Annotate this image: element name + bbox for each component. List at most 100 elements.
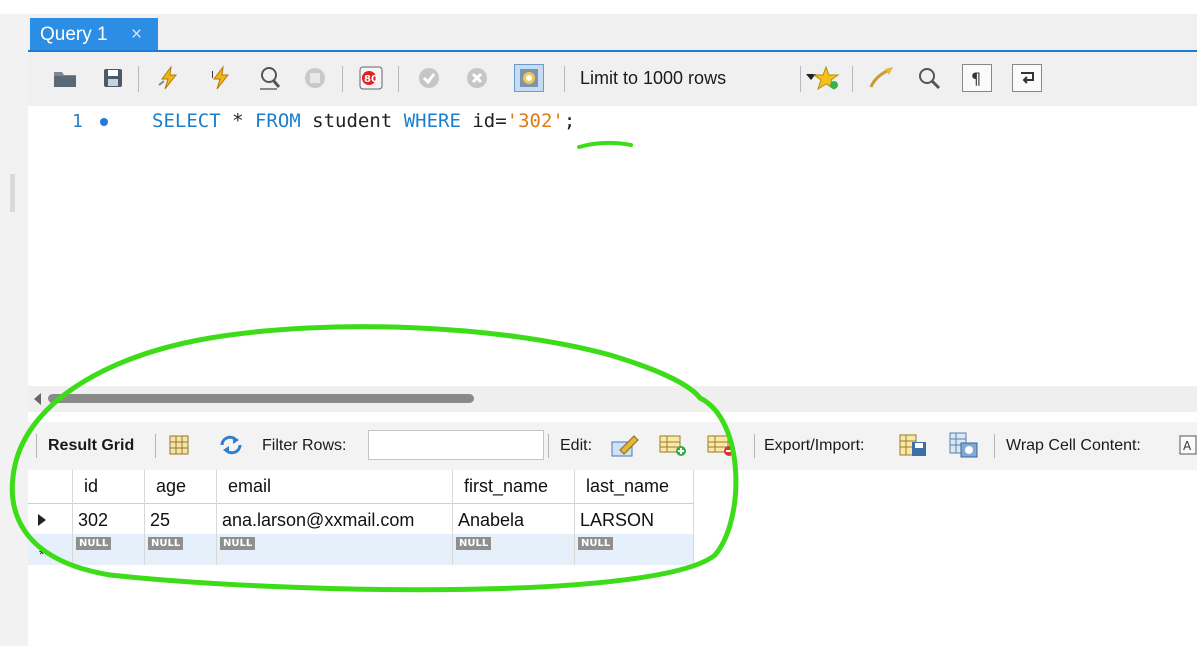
null-badge[interactable]: NULL — [220, 537, 256, 550]
rollback-icon[interactable] — [462, 64, 492, 92]
null-badge[interactable]: NULL — [148, 537, 184, 550]
execute-icon[interactable] — [154, 64, 184, 92]
toolbar-separator — [398, 66, 399, 92]
column-header-label: age — [156, 476, 187, 496]
cell-id[interactable]: 302 — [78, 510, 108, 531]
scroll-left-icon[interactable] — [34, 393, 41, 405]
wrap-icon[interactable] — [1012, 64, 1042, 92]
column-header-label: id — [84, 476, 99, 496]
tab-bar: Query 1 × — [28, 14, 1197, 52]
delete-row-icon[interactable] — [706, 432, 736, 458]
svg-text:80: 80 — [364, 74, 378, 85]
cell-age[interactable]: 25 — [150, 510, 170, 531]
cropped-top-strip — [0, 0, 1197, 14]
semicolon: ; — [563, 110, 576, 132]
line-gutter: 1 — [28, 106, 128, 386]
scrollbar-thumb[interactable] — [48, 394, 474, 403]
grid-layout-icon[interactable] — [168, 434, 190, 456]
column-divider — [144, 470, 145, 565]
column-header-last-name[interactable]: last_name — [574, 470, 694, 504]
where-condition: id= — [460, 110, 507, 132]
export-import-label: Export/Import: — [764, 437, 865, 454]
cell-first-name[interactable]: Anabela — [458, 510, 524, 531]
keyword-select: SELECT — [152, 110, 221, 132]
tab-label: Query 1 — [40, 24, 108, 45]
result-grid-tab[interactable]: Result Grid — [48, 437, 134, 455]
result-toolbar: Result Grid Filter Rows: Edit: Export/Im… — [28, 422, 1197, 470]
column-header-label: first_name — [464, 476, 549, 496]
column-divider — [693, 470, 694, 565]
autocommit-icon[interactable] — [514, 64, 544, 92]
new-row[interactable]: * NULL NULL NULL NULL NULL — [28, 534, 694, 565]
find-icon[interactable] — [914, 64, 944, 92]
refresh-icon[interactable] — [218, 434, 244, 456]
toolbar-separator — [852, 66, 853, 92]
annotation-underline — [577, 140, 633, 149]
svg-text:I: I — [211, 70, 214, 81]
null-badge[interactable]: NULL — [578, 537, 614, 550]
row-header-corner — [28, 470, 72, 504]
line-number: 1 — [72, 111, 83, 132]
toolbar-separator — [548, 434, 549, 458]
table-name: student — [300, 110, 404, 132]
sql-statement[interactable]: SELECT * FROM student WHERE id='302'; — [152, 110, 575, 132]
keyword-from: FROM — [254, 110, 301, 132]
edit-label: Edit: — [560, 437, 593, 454]
import-icon[interactable] — [948, 430, 980, 460]
invisible-chars-icon[interactable]: ¶ — [962, 64, 992, 92]
column-divider — [452, 470, 453, 565]
wrap-cell-content-label: Wrap Cell Content: — [1006, 437, 1141, 454]
new-row-icon: * — [39, 546, 45, 562]
explain-icon[interactable] — [254, 64, 284, 92]
toolbar-separator — [155, 434, 156, 458]
save-icon[interactable] — [98, 64, 128, 92]
filter-rows-label: Filter Rows: — [262, 437, 347, 454]
toggle-error-icon[interactable]: 80 — [356, 64, 386, 92]
sql-editor-toolbar: I 80 Limit to 1000 rows ¶ — [28, 52, 1197, 106]
beautify-icon[interactable] — [866, 64, 896, 92]
editor-horizontal-scrollbar[interactable] — [28, 386, 1197, 412]
toolbar-separator — [800, 66, 801, 92]
select-star: * — [220, 110, 255, 132]
null-badge[interactable]: NULL — [456, 537, 492, 550]
column-divider — [216, 470, 217, 565]
tab-query-1[interactable]: Query 1 × — [30, 18, 158, 50]
null-badge[interactable]: NULL — [76, 537, 112, 550]
limit-rows-select[interactable]: Limit to 1000 rows — [566, 64, 828, 94]
wrap-cell-icon[interactable]: A — [1178, 434, 1197, 456]
keyword-where: WHERE — [403, 110, 461, 132]
close-icon[interactable]: × — [131, 24, 142, 46]
column-divider — [574, 470, 575, 565]
filter-rows-input[interactable] — [368, 430, 544, 460]
string-literal: '302' — [506, 110, 564, 132]
column-divider — [72, 470, 73, 565]
current-row-icon — [38, 514, 46, 526]
sql-editor[interactable]: 1 SELECT * FROM student WHERE id='302'; — [28, 106, 1197, 386]
cell-last-name[interactable]: LARSON — [580, 510, 654, 531]
cell-email[interactable]: ana.larson@xxmail.com — [222, 510, 414, 531]
execute-current-icon[interactable]: I — [206, 64, 236, 92]
stop-icon[interactable] — [300, 64, 330, 92]
commit-icon[interactable] — [414, 64, 444, 92]
export-icon[interactable] — [898, 432, 928, 460]
column-header-label: last_name — [586, 476, 670, 496]
toolbar-separator — [342, 66, 343, 92]
add-row-icon[interactable] — [658, 432, 688, 458]
column-header-first-name[interactable]: first_name — [452, 470, 574, 504]
column-header-email[interactable]: email — [216, 470, 452, 504]
column-header-label: email — [228, 476, 272, 496]
favorite-icon[interactable] — [812, 64, 842, 92]
table-row[interactable]: 302 25 ana.larson@xxmail.com Anabela LAR… — [28, 504, 694, 534]
open-folder-icon[interactable] — [50, 64, 80, 92]
toolbar-separator — [138, 66, 139, 92]
svg-text:A: A — [1183, 439, 1192, 453]
toolbar-separator — [36, 434, 37, 458]
left-sidebar-edge — [0, 14, 28, 646]
toolbar-separator — [994, 434, 995, 458]
toolbar-separator — [754, 434, 755, 458]
column-header-age[interactable]: age — [144, 470, 216, 504]
sidebar-splitter-handle[interactable] — [10, 174, 15, 212]
result-grid[interactable]: id age email first_name last_name 302 25… — [28, 470, 694, 565]
edit-row-icon[interactable] — [610, 432, 640, 458]
column-header-id[interactable]: id — [72, 470, 144, 504]
